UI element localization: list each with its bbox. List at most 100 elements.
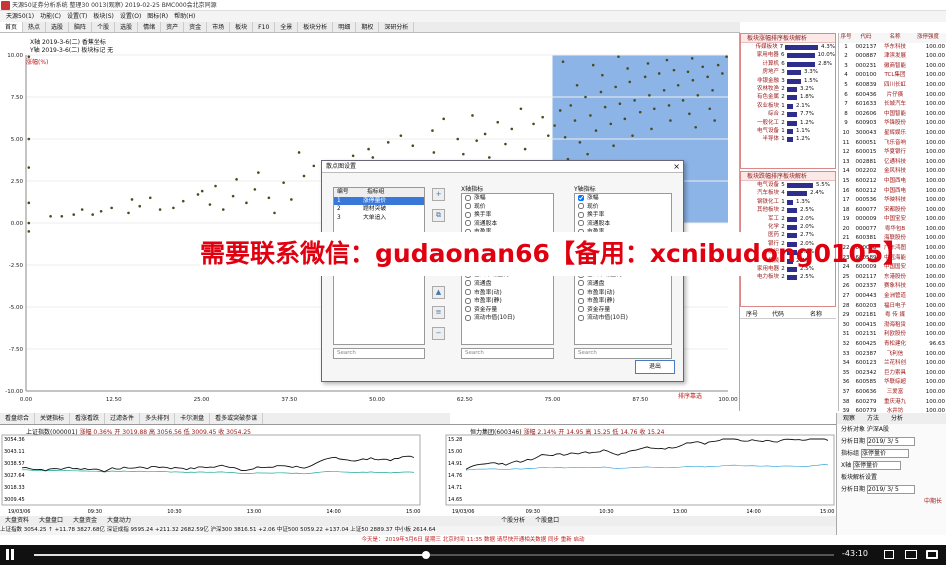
- add-group-icon[interactable]: +: [432, 188, 445, 201]
- sector-row[interactable]: 一般化工 2 1.2%: [741, 119, 835, 127]
- table-row[interactable]: 29 002181 粤 传 媒 100.00: [839, 311, 946, 321]
- sector-row[interactable]: 电力板块 2 2.5%: [741, 273, 835, 281]
- indicator-item[interactable]: 流通盘: [462, 280, 553, 289]
- table-row[interactable]: 3 000231 徽商智能 100.00: [839, 62, 946, 72]
- table-row[interactable]: 7 601633 长城汽车 100.00: [839, 100, 946, 110]
- tab-4[interactable]: 个股: [92, 22, 116, 32]
- copy-group-icon[interactable]: ⧉: [432, 209, 445, 222]
- sector-row[interactable]: 家用电器 6 10.0%: [741, 51, 835, 59]
- group-search-input[interactable]: Search: [333, 348, 425, 359]
- indicator-checkbox[interactable]: [578, 280, 584, 287]
- tab-14[interactable]: 明细: [333, 22, 357, 32]
- indicator-checkbox[interactable]: [465, 314, 471, 321]
- sector-row[interactable]: 汽车板块 4 2.4%: [741, 189, 835, 197]
- sector-row[interactable]: 传媒板块 7 4.3%: [741, 43, 835, 51]
- menu-item-0[interactable]: 天源50(1): [6, 13, 34, 20]
- indicator-item[interactable]: 涨幅: [462, 194, 553, 203]
- indicator-item[interactable]: 涨幅: [575, 194, 671, 203]
- tab-2[interactable]: 选股: [46, 22, 70, 32]
- progress-knob[interactable]: [422, 551, 430, 559]
- y-search-input[interactable]: Search: [574, 348, 672, 359]
- table-row[interactable]: 18 600077 宋都股份 100.00: [839, 206, 946, 216]
- table-row[interactable]: 13 002881 亿通科技 100.00: [839, 158, 946, 168]
- market-tab-2[interactable]: 大盘资金: [68, 516, 102, 526]
- table-row[interactable]: 27 000443 金洲管道 100.00: [839, 292, 946, 302]
- table-row[interactable]: 6 600436 片仔癀 100.00: [839, 91, 946, 101]
- table-row[interactable]: 10 300043 星辉娱乐 100.00: [839, 129, 946, 139]
- table-row[interactable]: 37 600636 三爱富 100.00: [839, 388, 946, 398]
- menu-item-6[interactable]: 帮助(H): [174, 13, 195, 20]
- delete-icon[interactable]: −: [432, 327, 445, 340]
- settings-icon[interactable]: [905, 550, 917, 559]
- fullscreen-icon[interactable]: [926, 550, 938, 559]
- sector-row[interactable]: 其他板块 2 2.5%: [741, 206, 835, 214]
- group-item[interactable]: 2 题材突破: [334, 205, 424, 214]
- table-row[interactable]: 19 000009 中国宝安 100.00: [839, 215, 946, 225]
- menu-item-2[interactable]: 设置(T): [67, 13, 87, 20]
- sector-row[interactable]: 农业板块 1 2.1%: [741, 102, 835, 110]
- tab-11[interactable]: F10: [253, 22, 276, 32]
- indicator-item[interactable]: 市盈率(静): [575, 297, 671, 306]
- table-row[interactable]: 15 600212 中国西电 100.00: [839, 177, 946, 187]
- tool-date-input[interactable]: 2019/ 3/ 5: [867, 437, 916, 446]
- sector-row[interactable]: 农林牧渔 2 3.2%: [741, 85, 835, 93]
- menu-item-1[interactable]: 功能(C): [40, 13, 61, 20]
- indicator-tab-0[interactable]: 看盘综合: [0, 413, 36, 424]
- tool-end-input[interactable]: 2019/ 3/ 5: [867, 485, 916, 494]
- indicator-checkbox[interactable]: [465, 211, 471, 218]
- dialog-ok-button[interactable]: 退出: [635, 360, 675, 374]
- market-tab-1[interactable]: 大盘盘口: [34, 516, 68, 526]
- indicator-checkbox[interactable]: [578, 194, 584, 201]
- sector-row[interactable]: 房地产 3 3.3%: [741, 68, 835, 76]
- table-row[interactable]: 12 600015 华夏银行 100.00: [839, 148, 946, 158]
- tool-x-select[interactable]: 涨停量价: [853, 461, 902, 470]
- table-row[interactable]: 8 002606 中国智能 100.00: [839, 110, 946, 120]
- indicator-checkbox[interactable]: [578, 297, 584, 304]
- indicator-item[interactable]: 流通股本: [462, 220, 553, 229]
- indicator-item[interactable]: 资金存量: [462, 306, 553, 315]
- table-row[interactable]: 38 600279 重庆港九 100.00: [839, 398, 946, 408]
- sector-row[interactable]: 钢铁化工 1 1.3%: [741, 198, 835, 206]
- indicator-tab-2[interactable]: 看涨看跌: [70, 413, 106, 424]
- table-row[interactable]: 32 600425 青松建化 96.63: [839, 340, 946, 350]
- indicator-checkbox[interactable]: [465, 220, 471, 227]
- table-row[interactable]: 14 002202 金风科技 100.00: [839, 167, 946, 177]
- indicator-item[interactable]: 市盈率(动): [575, 289, 671, 298]
- indicator-checkbox[interactable]: [465, 203, 471, 210]
- indicator-tab-3[interactable]: 过滤条件: [105, 413, 141, 424]
- table-row[interactable]: 1 002137 华东科技 100.00: [839, 43, 946, 53]
- indicator-tab-4[interactable]: 多头排列: [140, 413, 176, 424]
- tab-0[interactable]: 首页: [0, 22, 24, 32]
- table-row[interactable]: 30 000415 渤海租赁 100.00: [839, 321, 946, 331]
- table-row[interactable]: 36 600585 华联综超 100.00: [839, 378, 946, 388]
- tab-6[interactable]: 情绪: [138, 22, 162, 32]
- tool-tab-observe[interactable]: 观察: [837, 413, 861, 424]
- indicator-tab-6[interactable]: 看多或突破参谋: [210, 413, 264, 424]
- table-row[interactable]: 9 600903 华锋股份 100.00: [839, 119, 946, 129]
- intraday-chart-svg[interactable]: 3054.36 3043.11 3038.57 3027.64 3018.33 3009.…: [0, 425, 836, 517]
- indicator-item[interactable]: 现价: [575, 203, 671, 212]
- tab-7[interactable]: 资产: [161, 22, 185, 32]
- tool-check-row[interactable]: 板块解析设置: [837, 472, 946, 484]
- sector-row[interactable]: 计算机 6 2.8%: [741, 60, 835, 68]
- indicator-tab-5[interactable]: 卡尔测盘: [175, 413, 211, 424]
- sector-row[interactable]: 电气设备 5 5.5%: [741, 181, 835, 189]
- indicator-checkbox[interactable]: [578, 220, 584, 227]
- table-row[interactable]: 31 002131 利欧股份 100.00: [839, 330, 946, 340]
- pause-icon[interactable]: [6, 549, 9, 560]
- menu-item-3[interactable]: 板块(S): [93, 13, 114, 20]
- indicator-item[interactable]: 流动市值(10日): [575, 314, 671, 323]
- sector-row[interactable]: 化学 2 2.0%: [741, 223, 835, 231]
- table-row[interactable]: 17 000536 华映科技 100.00: [839, 196, 946, 206]
- sector-row[interactable]: 电气设备 1 1.1%: [741, 127, 835, 135]
- tab-5[interactable]: 选股: [115, 22, 139, 32]
- indicator-item[interactable]: 流通股本: [575, 220, 671, 229]
- table-row[interactable]: 35 002342 巨力索具 100.00: [839, 369, 946, 379]
- sector-row[interactable]: 军工 2 2.0%: [741, 215, 835, 223]
- indicator-checkbox[interactable]: [578, 203, 584, 210]
- tab-8[interactable]: 资金: [184, 22, 208, 32]
- tab-15[interactable]: 期权: [356, 22, 380, 32]
- sector-row[interactable]: 非银金融 3 1.5%: [741, 77, 835, 85]
- indicator-checkbox[interactable]: [578, 306, 584, 313]
- indicator-tab-1[interactable]: 关键指标: [35, 413, 71, 424]
